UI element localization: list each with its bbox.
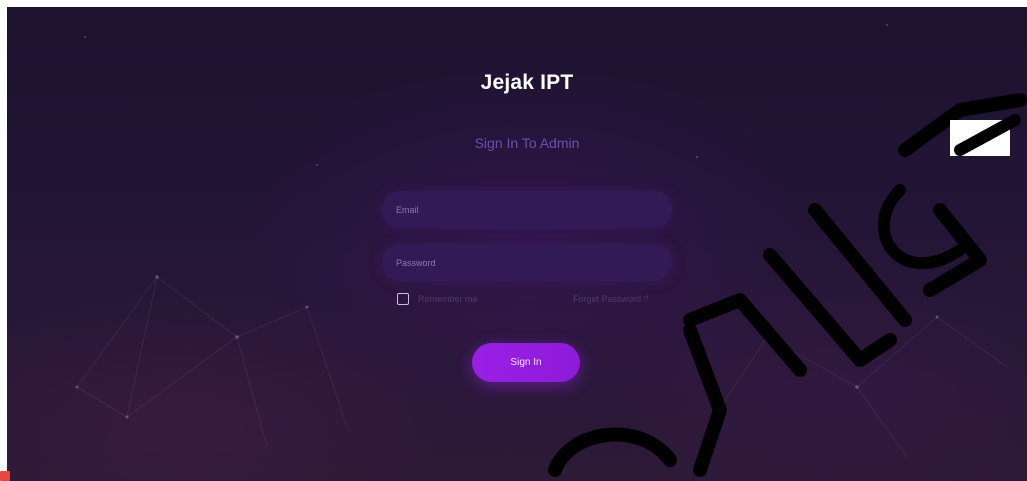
remember-me-checkbox[interactable] bbox=[397, 293, 409, 305]
sign-in-button[interactable]: Sign In bbox=[472, 343, 580, 382]
remember-me[interactable]: Remember me bbox=[397, 293, 478, 305]
forgot-password-link[interactable]: Forget Password ? bbox=[573, 294, 649, 304]
email-field[interactable] bbox=[382, 191, 672, 228]
password-input[interactable] bbox=[382, 244, 672, 281]
app-title: Jejak IPT bbox=[480, 71, 574, 94]
password-field[interactable] bbox=[382, 244, 672, 281]
email-input[interactable] bbox=[382, 191, 672, 228]
page-subtitle: Sign In To Admin bbox=[474, 135, 580, 151]
login-page: Jejak IPT Sign In To Admin Remember me F… bbox=[7, 7, 1027, 481]
remember-me-label: Remember me bbox=[418, 294, 478, 304]
pdf-marker-icon bbox=[0, 471, 10, 481]
